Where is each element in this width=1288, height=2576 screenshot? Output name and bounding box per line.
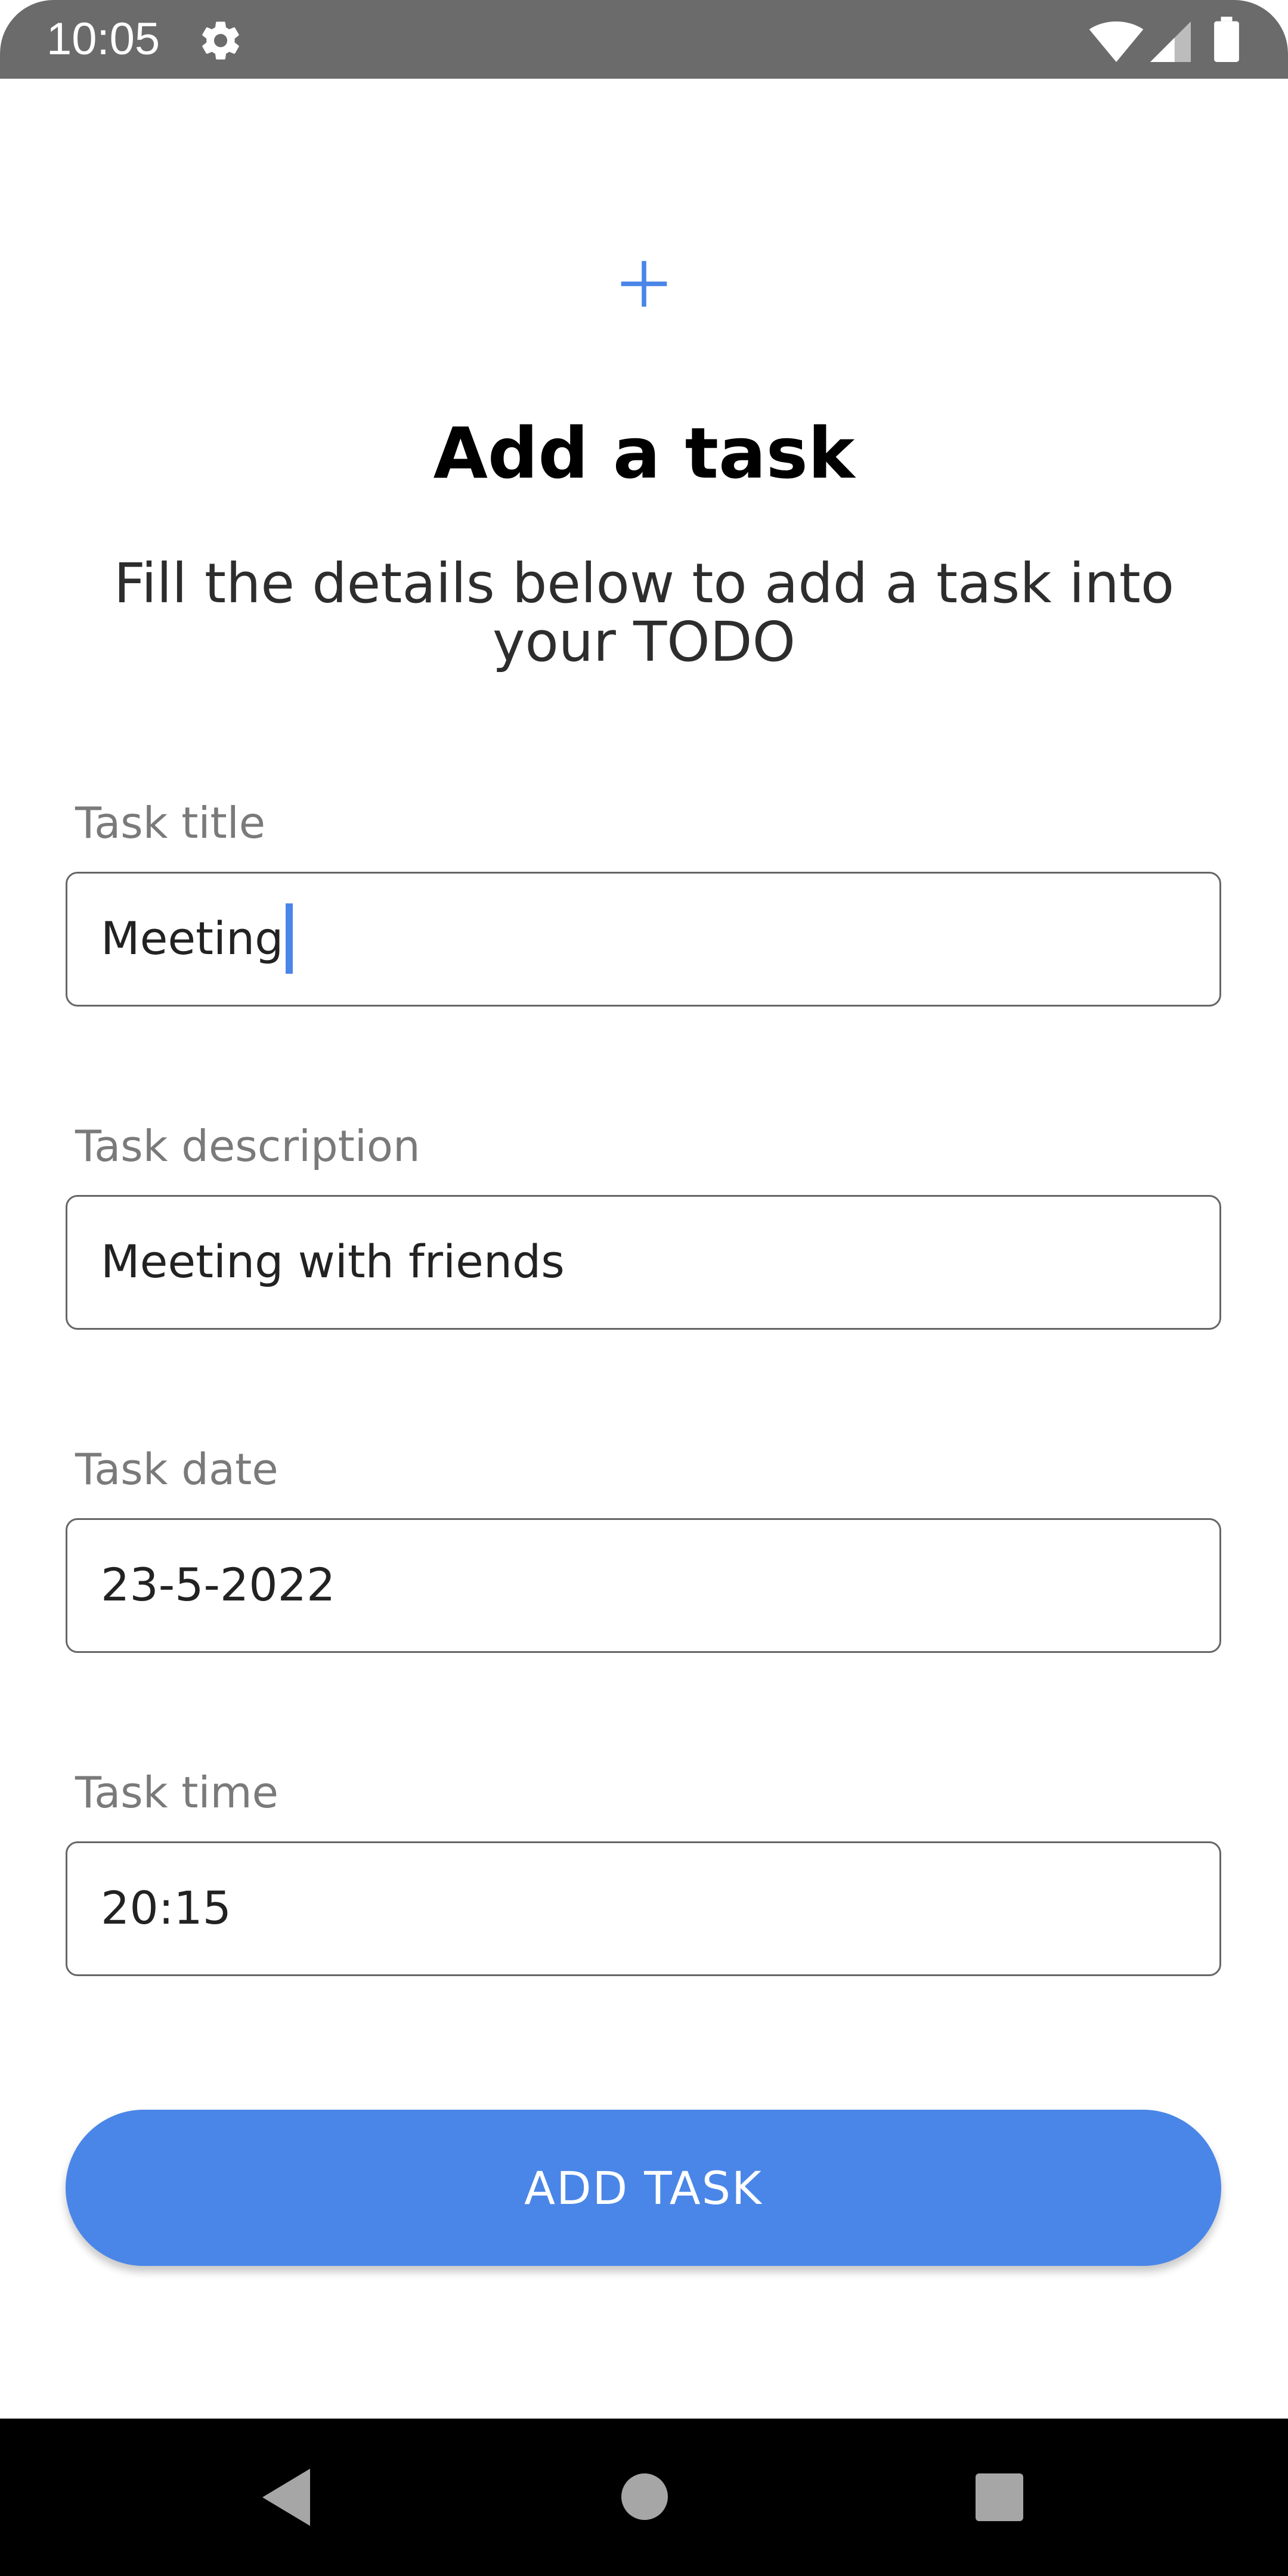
task-date-input[interactable]: 23-5-2022	[66, 1518, 1221, 1653]
task-date-label: Task date	[75, 1444, 278, 1494]
task-title-input[interactable]: Meeting	[66, 872, 1221, 1007]
status-bar: 10:05	[0, 0, 1288, 79]
task-time-label: Task time	[75, 1767, 278, 1818]
home-icon[interactable]	[621, 2473, 668, 2520]
task-time-input[interactable]: 20:15	[66, 1841, 1221, 1976]
add-task-screen: 10:05 Add a task Fill the details below …	[0, 0, 1288, 2576]
page-title: Add a task	[433, 412, 855, 494]
task-description-input[interactable]: Meeting with friends	[66, 1195, 1221, 1330]
back-icon[interactable]	[262, 2469, 310, 2526]
navigation-bar	[0, 2419, 1288, 2576]
cell-signal-icon	[1150, 21, 1191, 62]
gear-icon	[202, 21, 239, 60]
plus-icon	[621, 261, 667, 307]
task-description-label: Task description	[75, 1121, 420, 1171]
task-date-value: 23-5-2022	[101, 1558, 336, 1611]
task-description-value: Meeting with friends	[101, 1235, 565, 1288]
task-time-value: 20:15	[101, 1881, 232, 1934]
recents-icon[interactable]	[976, 2473, 1023, 2521]
status-time: 10:05	[47, 14, 160, 64]
wifi-icon	[1089, 21, 1144, 62]
add-task-button[interactable]: ADD TASK	[66, 2110, 1221, 2266]
task-title-label: Task title	[75, 798, 266, 848]
text-cursor	[286, 903, 293, 974]
task-title-value: Meeting	[101, 903, 293, 974]
page-subtitle: Fill the details below to add a task int…	[113, 552, 1175, 674]
battery-icon	[1214, 17, 1239, 62]
